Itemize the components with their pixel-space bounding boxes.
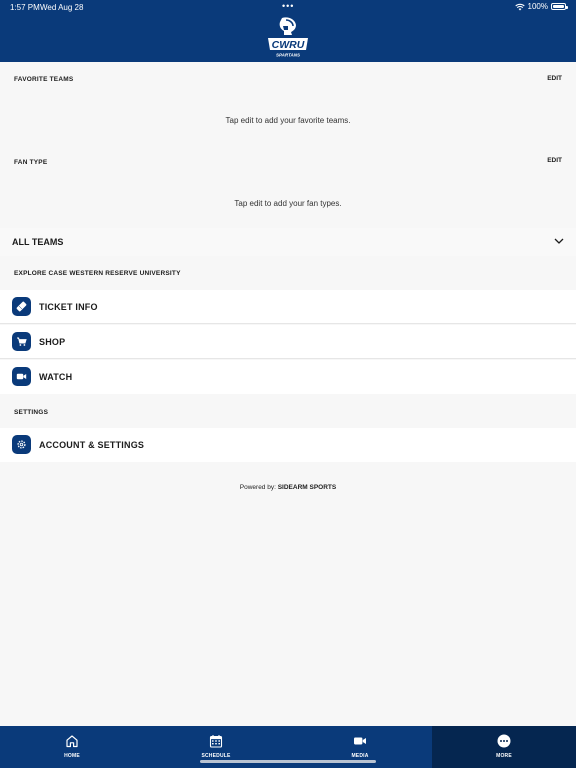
battery-percent: 100% (527, 2, 548, 11)
gear-icon (12, 435, 31, 454)
status-time: 1:57 PM (10, 3, 40, 12)
fan-type-empty-message: Tap edit to add your fan types. (234, 199, 342, 208)
powered-by-brand[interactable]: SIDEARM SPORTS (278, 484, 337, 491)
fan-type-heading: FAN TYPE (14, 159, 48, 166)
chevron-down-icon (554, 238, 564, 244)
calendar-icon (209, 735, 223, 748)
app-header: 1:57 PM Wed Aug 28 ••• 100% CWRU SPARTAN… (0, 0, 576, 62)
video-camera-icon (12, 367, 31, 386)
cart-icon (12, 332, 31, 351)
status-right: 100% (514, 2, 568, 11)
home-indicator[interactable] (200, 760, 376, 763)
tab-media-label: MEDIA (351, 753, 369, 759)
multitasking-dots-icon[interactable]: ••• (282, 1, 294, 11)
favorite-teams-empty-message: Tap edit to add your favorite teams. (225, 116, 351, 125)
watch-row[interactable]: WATCH (0, 360, 576, 394)
tab-schedule-label: SCHEDULE (201, 753, 231, 759)
tab-home[interactable]: HOME (0, 726, 144, 768)
account-settings-label: ACCOUNT & SETTINGS (39, 440, 145, 450)
settings-heading: SETTINGS (14, 409, 49, 416)
all-teams-label: ALL TEAMS (12, 237, 64, 247)
ticket-info-label: TICKET INFO (39, 302, 98, 312)
watch-label: WATCH (39, 372, 73, 382)
favorite-teams-heading: FAVORITE TEAMS (14, 76, 74, 83)
ticket-info-row[interactable]: TICKET INFO (0, 290, 576, 324)
more-icon (497, 734, 511, 748)
fan-type-edit-button[interactable]: EDIT (547, 157, 562, 164)
tab-home-label: HOME (64, 753, 80, 759)
tab-more[interactable]: MORE (432, 726, 576, 768)
favorite-teams-edit-button[interactable]: EDIT (547, 75, 562, 82)
cwru-spartan-logo-icon: CWRU SPARTANS (268, 17, 308, 58)
shop-row[interactable]: SHOP (0, 325, 576, 359)
status-date: Wed Aug 28 (40, 3, 84, 12)
all-teams-dropdown[interactable]: ALL TEAMS (0, 228, 576, 256)
video-camera-icon (354, 737, 366, 745)
divider (0, 323, 576, 324)
shop-label: SHOP (39, 337, 66, 347)
divider (0, 358, 576, 359)
account-settings-row[interactable]: ACCOUNT & SETTINGS (0, 428, 576, 462)
logo-text: CWRU (272, 39, 305, 51)
tab-more-label: MORE (496, 753, 512, 759)
explore-heading: EXPLORE CASE WESTERN RESERVE UNIVERSITY (14, 270, 181, 277)
powered-by-prefix: Powered by: (239, 484, 276, 491)
favorite-teams-section: FAVORITE TEAMS EDIT Tap edit to add your… (0, 62, 576, 144)
logo-subtext: SPARTANS (276, 53, 300, 58)
wifi-icon (514, 3, 525, 10)
powered-by-footer: Powered by: SIDEARM SPORTS (0, 484, 576, 491)
battery-icon (551, 3, 568, 10)
home-icon (66, 735, 78, 748)
fan-type-section: FAN TYPE EDIT Tap edit to add your fan t… (0, 145, 576, 227)
ticket-icon (12, 297, 31, 316)
